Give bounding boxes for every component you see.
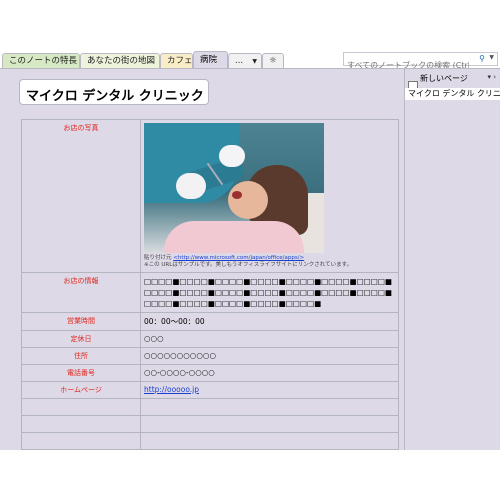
table-row: 定休日 ○○○ (21, 330, 399, 348)
caption-note: ※この URLはサンプルです。美しもうオフィスライフサイトにリンクされています。 (144, 262, 353, 268)
table-row: お店の情報 □□□□■□□□□■□□□□■□□□□■□□□□■□□□□■□□□□… (21, 272, 399, 313)
tab-cafe[interactable]: カフェ (160, 53, 193, 68)
page-title-box[interactable]: マイクロ デンタル クリニック (19, 79, 209, 105)
photo-caption: 貼り付け元 <http://www.microsoft.com/japan/of… (144, 255, 395, 269)
phone-value[interactable]: ○○-○○○○-○○○○ (140, 364, 399, 382)
row-label: 住所 (21, 347, 141, 365)
table-row (21, 432, 399, 450)
clinic-info-table: お店の写真 貼り付け元 <http://www.microsoft.com/ja… (21, 119, 399, 450)
table-row: 電話番号 ○○-○○○○-○○○○ (21, 364, 399, 382)
dentist-photo[interactable] (144, 123, 324, 253)
empty-cell[interactable] (140, 398, 399, 416)
empty-cell[interactable] (140, 415, 399, 433)
row-label: 営業時間 (21, 312, 141, 331)
page-list-item[interactable]: マイクロ デンタル クリニック (405, 88, 500, 100)
tab-more-label: ... (235, 56, 244, 66)
caption-link[interactable]: <http://www.microsoft.com/japan/office/a… (173, 255, 304, 261)
page-title[interactable]: マイクロ デンタル クリニック (20, 80, 208, 104)
chevron-down-icon: ▼ (252, 58, 257, 65)
note-page: マイクロ デンタル クリニック お店の写真 貼り付け元 <http://www.… (0, 68, 404, 451)
address-value[interactable]: ○○○○○○○○○○○ (140, 347, 399, 365)
row-label: お店の情報 (21, 272, 141, 313)
table-row: 営業時間 00：00～00：00 (21, 312, 399, 331)
row-label: 電話番号 (21, 364, 141, 382)
hours-value[interactable]: 00：00～00：00 (140, 312, 399, 331)
empty-cell[interactable] (21, 415, 141, 433)
new-page-button[interactable]: p新しいページ (408, 73, 468, 92)
table-row: お店の写真 貼り付け元 <http://www.microsoft.com/ja… (21, 119, 399, 273)
row-label: ホームページ (21, 381, 141, 399)
shop-info-value[interactable]: □□□□■□□□□■□□□□■□□□□■□□□□■□□□□■□□□□■□□□□■… (140, 272, 399, 313)
photo-cell[interactable]: 貼り付け元 <http://www.microsoft.com/japan/of… (140, 119, 399, 273)
table-row (21, 415, 399, 433)
tab-new-section[interactable]: ☼ (262, 53, 284, 68)
pane-controls[interactable]: ▾ › (487, 73, 496, 81)
table-row: 住所 ○○○○○○○○○○○ (21, 347, 399, 365)
row-label: 定休日 (21, 330, 141, 348)
row-label: お店の写真 (21, 119, 141, 273)
empty-cell[interactable] (140, 432, 399, 450)
caption-prefix: 貼り付け元 (144, 255, 172, 261)
table-row: ホームページ http://ooooo.jp (21, 381, 399, 399)
empty-cell[interactable] (21, 398, 141, 416)
search-box[interactable]: ⚲ ▼ (343, 52, 498, 72)
homepage-cell: http://ooooo.jp (140, 381, 399, 399)
tab-features[interactable]: このノートの特長 (2, 53, 80, 68)
search-icon[interactable]: ⚲ (479, 54, 485, 63)
bottom-blank-area (0, 450, 500, 500)
table-row (21, 398, 399, 416)
empty-cell[interactable] (21, 432, 141, 450)
homepage-link[interactable]: http://ooooo.jp (144, 385, 199, 394)
tab-more[interactable]: ... ▼ (228, 53, 262, 68)
new-page-label: 新しいページ (420, 74, 468, 83)
tab-town-map[interactable]: あなたの街の地図 (80, 53, 160, 68)
closed-day-value[interactable]: ○○○ (140, 330, 399, 348)
search-scope-dropdown-icon[interactable]: ▼ (489, 54, 494, 61)
tab-hospital[interactable]: 病院 (193, 51, 228, 68)
page-list-pane: p新しいページ ▾ › マイクロ デンタル クリニック (404, 68, 500, 450)
